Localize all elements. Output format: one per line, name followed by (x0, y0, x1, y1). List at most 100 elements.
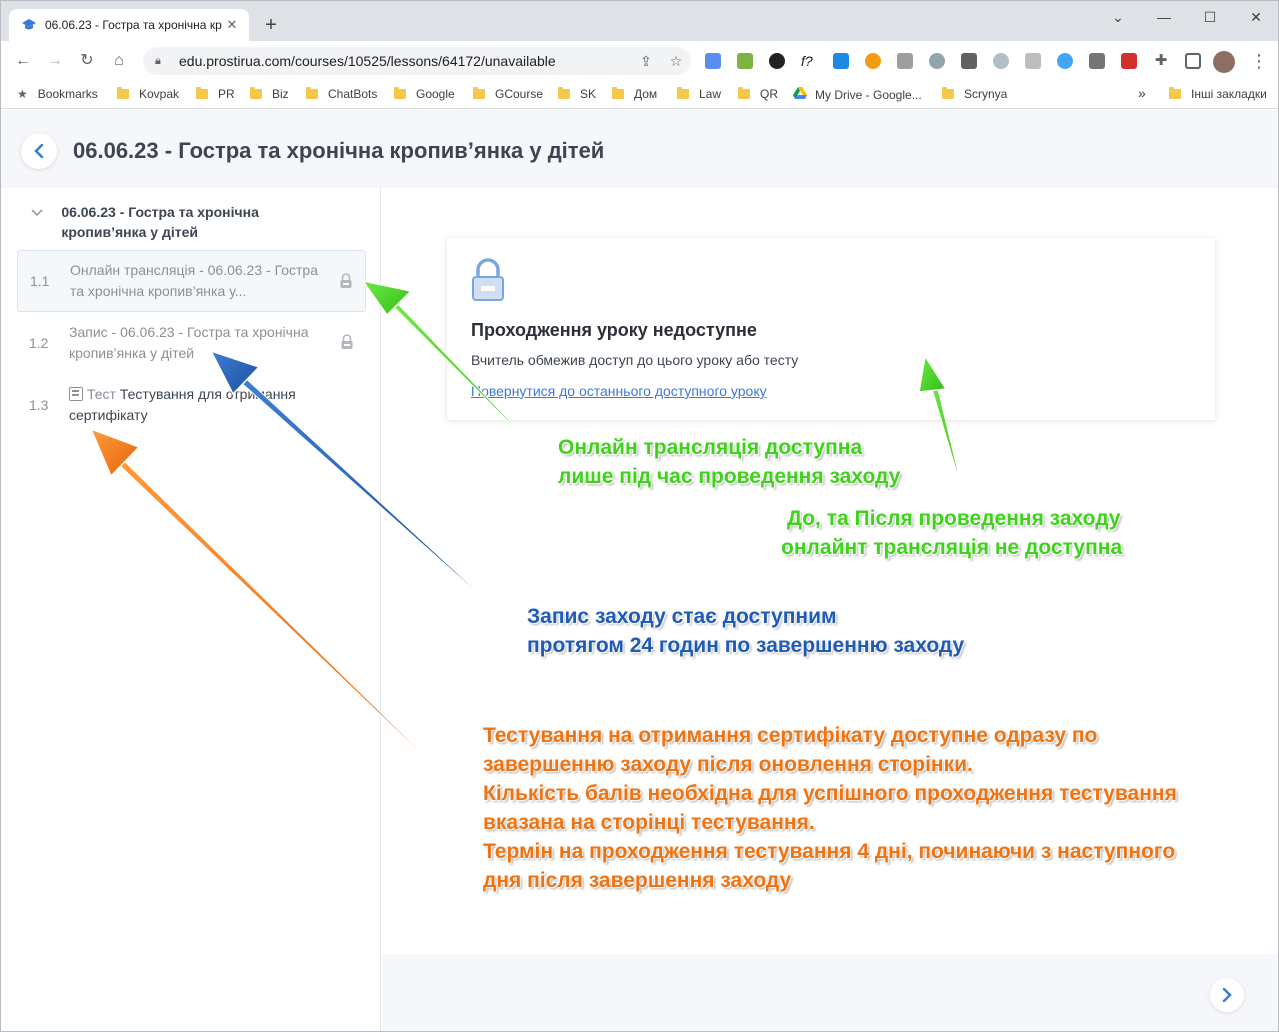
home-icon[interactable]: ⌂ (107, 49, 131, 73)
download-extension-icon[interactable] (737, 53, 753, 69)
folder-icon (677, 87, 689, 99)
star-icon: ★ (17, 87, 28, 101)
graduation-cap-icon (21, 17, 37, 33)
reload-icon[interactable]: ↻ (75, 49, 99, 73)
key-extension-icon[interactable] (865, 53, 881, 69)
star-icon[interactable]: ☆ (661, 53, 691, 70)
extension-icon[interactable] (1121, 53, 1137, 69)
folder-icon (738, 87, 750, 99)
bookmark-folder[interactable]: Дом (612, 87, 657, 101)
chevron-left-icon (34, 144, 44, 158)
page-header: 06.06.23 - Гостра та хронічна кропив’янк… (1, 110, 1278, 188)
extension-icon[interactable] (833, 53, 849, 69)
lesson-number: 1.3 (29, 397, 49, 413)
maximize-button[interactable]: ☐ (1187, 5, 1233, 29)
bookmarks-bar: ★ Bookmarks Kovpak PR Biz ChatBots Google… (1, 81, 1278, 109)
minimize-button[interactable]: — (1141, 5, 1187, 29)
unavailable-card: Проходження уроку недоступне Вчитель обм… (447, 238, 1215, 420)
return-link[interactable]: Повернутися до останнього доступного уро… (471, 383, 767, 399)
annotation-orange-testing: Тестування на отримання сертифікату дост… (483, 724, 1177, 892)
browser-window: 06.06.23 - Гостра та хронічна кр ✕ + ⌄ —… (0, 0, 1279, 1032)
bookmark-folder[interactable]: Scrynya (942, 87, 1007, 101)
bookmark-item[interactable]: ★ Bookmarks (17, 87, 98, 101)
google-drive-icon (793, 87, 807, 102)
code-extension-icon[interactable] (897, 53, 913, 69)
back-button[interactable] (21, 133, 57, 169)
forward-arrow-icon[interactable]: → (43, 49, 67, 73)
bookmark-folder[interactable]: Law (677, 87, 721, 101)
chevron-right-icon (1222, 988, 1232, 1002)
folder-icon (117, 87, 129, 99)
folder-icon (394, 87, 406, 99)
lesson-title: Запис - 06.06.23 - Гостра та хронічна кр… (69, 324, 309, 361)
new-tab-button[interactable]: + (259, 13, 283, 37)
folder-icon (558, 87, 570, 99)
lesson-title-wrapper: Тест Тестування для отримання сертифікат… (69, 384, 319, 426)
lesson-title: Онлайн трансляція - 06.06.23 - Гостра та… (70, 262, 318, 299)
folder-icon (306, 87, 318, 99)
lock-icon (472, 258, 504, 301)
close-window-button[interactable]: ✕ (1233, 5, 1278, 29)
bookmark-item[interactable]: My Drive - Google... (793, 87, 922, 102)
lesson-item[interactable]: 1.1 Онлайн трансляція - 06.06.23 - Гостр… (17, 250, 366, 312)
address-bar[interactable]: 🔒︎ edu.prostirua.com/courses/10525/lesso… (143, 47, 691, 75)
extension-icon[interactable] (769, 53, 785, 69)
bookmarks-more-button[interactable]: » (1138, 85, 1146, 101)
folder-icon (196, 87, 208, 99)
tab-search-button[interactable]: ⌄ (1095, 5, 1141, 29)
lesson-item[interactable]: 1.2 Запис - 06.06.23 - Гостра та хронічн… (17, 312, 366, 374)
bookmark-folder[interactable]: SK (558, 87, 596, 101)
url-text: edu.prostirua.com/courses/10525/lessons/… (179, 53, 556, 69)
tab-title: 06.06.23 - Гостра та хронічна кр (45, 18, 222, 32)
folder-icon (612, 87, 624, 99)
extension-icon[interactable] (705, 53, 721, 69)
side-panel-icon[interactable] (1185, 53, 1201, 69)
page-title: 06.06.23 - Гостра та хронічна кропив’янк… (73, 138, 605, 163)
annotation-green-before-after: До, та Після проведення заходу онлайнт т… (781, 507, 1123, 559)
lesson-number: 1.2 (29, 335, 49, 351)
extension-icon[interactable] (1025, 53, 1041, 69)
lock-icon (340, 273, 352, 288)
tab-close-icon[interactable]: ✕ (223, 16, 241, 34)
browser-tab[interactable]: 06.06.23 - Гостра та хронічна кр ✕ (9, 9, 249, 41)
browser-toolbar: ← → ↻ ⌂ 🔒︎ edu.prostirua.com/courses/105… (1, 41, 1278, 81)
bookmark-folder[interactable]: Google (394, 87, 455, 101)
bookmark-folder[interactable]: Biz (250, 87, 289, 101)
chevron-down-icon[interactable] (31, 202, 61, 242)
extension-icon[interactable] (1057, 53, 1073, 69)
extension-icon[interactable] (929, 53, 945, 69)
folder-icon (473, 87, 485, 99)
lessons-sidebar: 06.06.23 - Гостра та хронічна кропив’янк… (1, 188, 381, 1031)
profile-avatar[interactable] (1213, 51, 1235, 73)
facebook-extension-icon[interactable] (961, 53, 977, 69)
lock-icon: 🔒︎ (155, 54, 161, 67)
menu-dots-icon[interactable]: ⋮ (1247, 49, 1271, 73)
back-arrow-icon[interactable]: ← (11, 49, 35, 73)
module-header[interactable]: 06.06.23 - Гостра та хронічна кропив’янк… (31, 202, 331, 242)
annotation-blue-recording: Запис заходу стає доступним протягом 24 … (527, 605, 965, 657)
lesson-item[interactable]: 1.3 Тест Тестування для отримання сертиф… (17, 374, 366, 436)
bookmark-folder[interactable]: ChatBots (306, 87, 377, 101)
unavailable-title: Проходження уроку недоступне (471, 320, 757, 340)
lesson-footer (382, 954, 1278, 1031)
puzzle-extensions-icon[interactable]: ✚ (1153, 53, 1169, 69)
bookmark-folder[interactable]: PR (196, 87, 235, 101)
folder-icon (942, 87, 954, 99)
share-icon[interactable]: ⇪ (631, 53, 661, 70)
formula-extension-icon[interactable]: f? (801, 53, 817, 69)
other-bookmarks-folder[interactable]: Інші закладки (1169, 87, 1267, 101)
next-button[interactable] (1210, 978, 1244, 1012)
bookmark-folder[interactable]: GCourse (473, 87, 543, 101)
bookmark-folder[interactable]: Kovpak (117, 87, 179, 101)
folder-icon (250, 87, 262, 99)
camera-extension-icon[interactable] (1089, 53, 1105, 69)
lesson-type-label: Тест (87, 386, 116, 402)
folder-icon (1169, 87, 1181, 99)
shield-extension-icon[interactable] (993, 53, 1009, 69)
module-title: 06.06.23 - Гостра та хронічна кропив’янк… (61, 204, 259, 240)
annotation-green-live: Онлайн трансляція доступна лише під час … (558, 436, 901, 488)
tab-strip: 06.06.23 - Гостра та хронічна кр ✕ + ⌄ —… (1, 1, 1278, 41)
test-list-icon (69, 387, 83, 401)
lesson-number: 1.1 (30, 273, 50, 289)
bookmark-folder[interactable]: QR (738, 87, 778, 101)
